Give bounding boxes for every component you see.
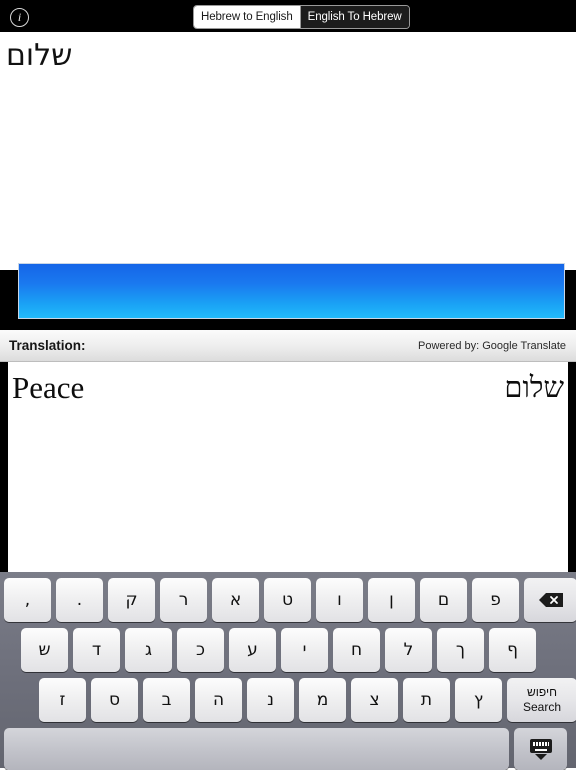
key-zayin[interactable]: ז (39, 678, 86, 722)
key-he[interactable]: ה (195, 678, 242, 722)
keyboard-row-3: ז ס ב ה נ מ צ ת ץ חיפוש Search (39, 678, 576, 722)
key-bet[interactable]: ב (143, 678, 190, 722)
key-final-mem[interactable]: ם (420, 578, 467, 622)
segment-hebrew-to-english[interactable]: Hebrew to English (194, 6, 300, 28)
translation-header: Translation: Powered by: Google Translat… (0, 330, 576, 362)
key-mem[interactable]: מ (299, 678, 346, 722)
key-ayin[interactable]: ע (229, 628, 276, 672)
key-search-label-english: Search (522, 700, 562, 714)
translation-english-text: Peace (12, 370, 85, 405)
key-nun[interactable]: נ (247, 678, 294, 722)
key-tav[interactable]: ת (403, 678, 450, 722)
key-alef[interactable]: א (212, 578, 259, 622)
key-tet[interactable]: ט (264, 578, 311, 622)
language-direction-segmented-control[interactable]: Hebrew to English English To Hebrew (193, 5, 410, 29)
segment-english-to-hebrew[interactable]: English To Hebrew (299, 6, 409, 28)
key-final-nun[interactable]: ן (368, 578, 415, 622)
key-lamed[interactable]: ל (385, 628, 432, 672)
source-text-value: שלום (6, 38, 73, 73)
key-pe[interactable]: פ (472, 578, 519, 622)
key-dismiss-keyboard[interactable] (514, 728, 567, 770)
key-dalet[interactable]: ד (73, 628, 120, 672)
key-final-tsadi[interactable]: ץ (455, 678, 502, 722)
keyboard-row-4 (4, 728, 567, 770)
key-final-pe[interactable]: ף (489, 628, 536, 672)
keyboard-row-1: , . ק ר א ט ו ן ם פ (4, 578, 576, 622)
powered-by-label: Powered by: Google Translate (418, 340, 566, 352)
key-final-kaf[interactable]: ך (437, 628, 484, 672)
key-gimel[interactable]: ג (125, 628, 172, 672)
advertisement-banner[interactable] (18, 263, 565, 319)
key-qof[interactable]: ק (108, 578, 155, 622)
translation-label: Translation: (9, 338, 86, 353)
keyboard-row-2: ש ד ג כ ע י ח ל ך ף (21, 628, 536, 672)
key-yod[interactable]: י (281, 628, 328, 672)
key-comma[interactable]: , (4, 578, 51, 622)
backspace-icon (538, 592, 564, 608)
keyboard-icon (529, 738, 552, 753)
key-shin[interactable]: ש (21, 628, 68, 672)
chevron-down-icon (534, 753, 547, 760)
translation-result-panel[interactable]: Peace שלום (0, 362, 576, 572)
key-resh[interactable]: ר (160, 578, 207, 622)
key-period[interactable]: . (56, 578, 103, 622)
hebrew-onscreen-keyboard[interactable]: , . ק ר א ט ו ן ם פ ש ד ג כ ע י ח ל ך ף … (0, 572, 576, 770)
source-text-input[interactable]: שלום (0, 32, 576, 270)
key-search[interactable]: חיפוש Search (507, 678, 576, 722)
key-vav[interactable]: ו (316, 578, 363, 622)
top-toolbar: i Hebrew to English English To Hebrew (0, 0, 576, 32)
translation-hebrew-text: שלום (504, 372, 564, 404)
key-samekh[interactable]: ס (91, 678, 138, 722)
key-backspace[interactable] (524, 578, 576, 622)
key-search-label-hebrew: חיפוש (527, 685, 557, 699)
key-tsadi[interactable]: צ (351, 678, 398, 722)
key-space[interactable] (4, 728, 509, 770)
info-icon[interactable]: i (10, 8, 29, 27)
key-het[interactable]: ח (333, 628, 380, 672)
key-kaf[interactable]: כ (177, 628, 224, 672)
